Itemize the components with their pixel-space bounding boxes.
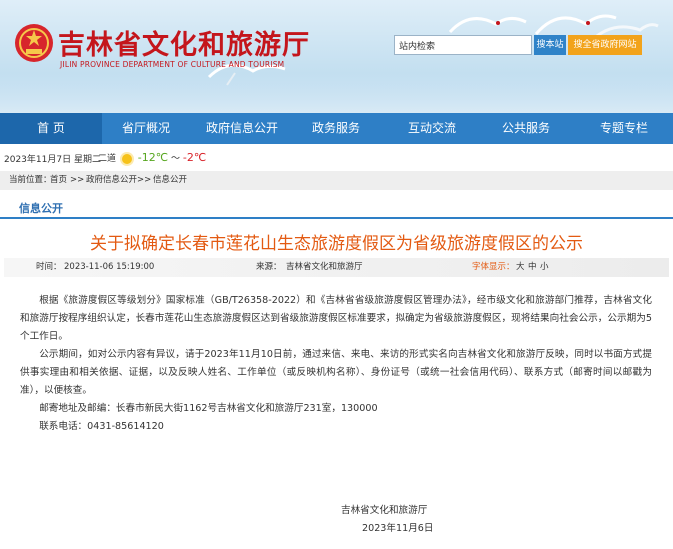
temp-low: -2℃ [182,151,207,164]
nav-item-topics[interactable]: 专题专栏 [586,113,662,144]
mailing-address: 邮寄地址及邮编：长春市新民大街1162号吉林省文化和旅游厅231室，130000 [39,403,378,414]
signature-org: 吉林省文化和旅游厅 [341,505,428,516]
article-meta-bar: 时间： 2023-11-06 15:19:00 来源： 吉林省文化和旅游厅 字体… [4,258,669,277]
signature-date: 2023年11月6日 [362,523,434,534]
article-paragraph: 根据《旅游度假区等级划分》国家标准（GB/T26358-2022）和《吉林省省级… [20,295,652,342]
section-header: 信息公开 [0,197,673,219]
date-weather-bar: 2023年11月7日 星期二 二道 -12℃ ～ -2℃ [0,144,673,171]
site-subtitle: JILIN PROVINCE DEPARTMENT OF CULTURE AND… [60,60,285,69]
section-title: 信息公开 [19,202,63,215]
nav-item-public-services[interactable]: 公共服务 [490,113,562,144]
nav-item-home[interactable]: 首 页 [0,113,102,144]
font-size-medium[interactable]: 中 [528,258,537,277]
breadcrumb: 当前位置： 首页 >> 政府信息公开 >> 信息公开 [0,171,673,190]
breadcrumb-info[interactable]: 信息公开 [153,171,187,190]
breadcrumb-label: 当前位置： [9,175,52,185]
weather-location: 二道 [98,154,117,164]
site-title: 吉林省文化和旅游厅 [58,30,310,61]
current-date: 2023年11月7日 星期二 [4,155,101,165]
nav-item-overview[interactable]: 省厅概况 [108,113,184,144]
national-emblem-icon [15,24,53,62]
weather: 二道 -12℃ ～ -2℃ [98,151,206,164]
article-body: 根据《旅游度假区等级划分》国家标准（GB/T26358-2022）和《吉林省省级… [20,292,652,436]
nav-item-gov-services[interactable]: 政务服务 [300,113,372,144]
breadcrumb-home[interactable]: 首页 [50,171,67,190]
font-size-label: 字体显示： [472,262,515,272]
article-title: 关于拟确定长春市莲花山生态旅游度假区为省级旅游度假区的公示 [90,234,583,254]
temp-high: -12℃ [137,151,169,164]
breadcrumb-separator: >> [137,175,152,185]
main-nav: 首 页 省厅概况 政府信息公开 政务服务 互动交流 公共服务 专题专栏 [0,113,673,144]
search-input[interactable] [394,35,532,55]
temp-separator: ～ [170,154,180,164]
time-label: 时间： [36,262,62,272]
nav-item-info-public[interactable]: 政府信息公开 [196,113,288,144]
breadcrumb-info-public[interactable]: 政府信息公开 [86,171,137,190]
header-lake-backdrop [0,73,673,113]
site-header: 吉林省文化和旅游厅 JILIN PROVINCE DEPARTMENT OF C… [0,0,673,113]
source-label: 来源： [256,262,282,272]
search-site-button[interactable]: 搜本站 [534,35,566,55]
sun-icon [121,153,132,164]
font-size-small[interactable]: 小 [540,258,549,277]
search-province-button[interactable]: 搜全省政府网站 [568,35,642,55]
publish-time: 2023-11-06 15:19:00 [64,262,155,272]
breadcrumb-separator: >> [70,175,85,185]
article-paragraph: 公示期间，如对公示内容有异议，请于2023年11月10日前，通过来信、来电、来访… [20,349,652,396]
article-source: 吉林省文化和旅游厅 [286,262,363,272]
contact-phone: 联系电话：0431-85614120 [39,421,164,432]
nav-item-interaction[interactable]: 互动交流 [396,113,468,144]
font-size-large[interactable]: 大 [516,258,525,277]
